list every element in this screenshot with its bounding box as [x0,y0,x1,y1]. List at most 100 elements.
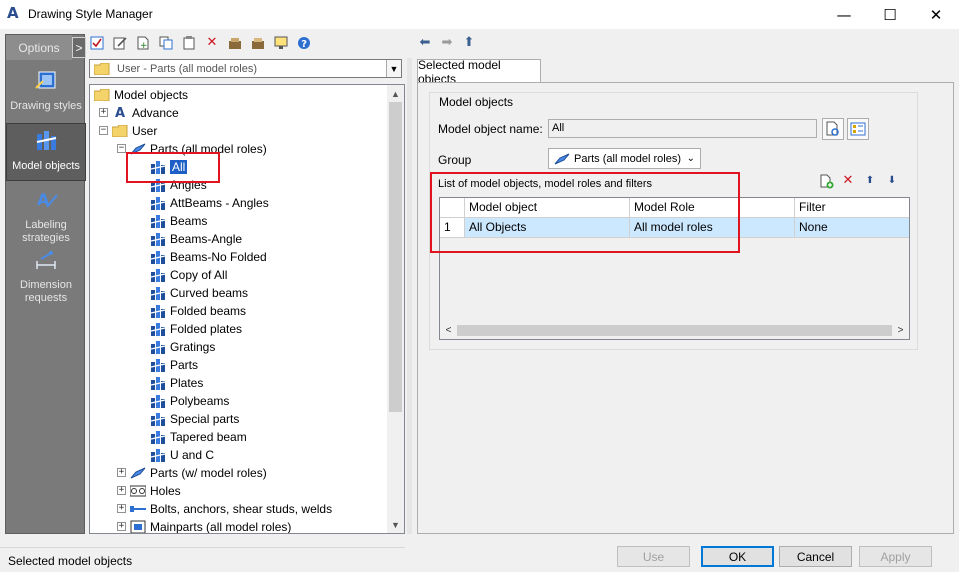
import-icon[interactable] [250,35,266,51]
tree-node-parts-with-model-roles[interactable]: Parts (w/ model roles) [130,464,267,482]
splitter[interactable] [407,58,412,534]
tree-node-label: U and C [170,448,215,462]
help-icon[interactable]: ? [296,35,312,51]
tree-leaf[interactable]: AttBeams - Angles [150,194,269,212]
screen-icon[interactable] [273,35,289,51]
column-header-model-role[interactable]: Model Role [630,198,795,218]
scroll-thumb[interactable] [457,325,892,336]
cell-filter[interactable]: None [795,218,909,238]
tree-leaf[interactable]: Folded beams [150,302,246,320]
column-header-model-object[interactable]: Model object [465,198,630,218]
tree-node-label: Beams [170,214,208,228]
grid-horizontal-scrollbar[interactable]: < > [440,322,909,339]
forward-arrow-icon[interactable]: ➡ [439,35,455,51]
maximize-button[interactable]: ☐ [867,0,913,29]
cell-model-object[interactable]: All Objects [465,218,630,238]
options-expand-button[interactable]: > [72,37,86,58]
model-object-icon [150,249,166,265]
tree-leaf[interactable]: Beams-No Folded [150,248,267,266]
ok-button[interactable]: OK [701,546,774,567]
model-object-name-field[interactable]: All [548,119,817,138]
options-tab[interactable]: Options [6,35,72,60]
expand-toggle[interactable]: + [117,468,126,477]
move-down-icon[interactable]: ⬇ [884,173,900,189]
minimize-button[interactable]: — [821,0,867,29]
expand-toggle[interactable]: + [117,504,126,513]
group-select[interactable]: Parts (all model roles) ⌄ [548,148,701,169]
tree-leaf[interactable]: Beams [150,212,207,230]
tree-leaf[interactable]: Angles [150,176,207,194]
tree-leaf[interactable]: Gratings [150,338,215,356]
tree-leaf[interactable]: Curved beams [150,284,248,302]
tree-node-label: Polybeams [170,394,230,408]
chevron-down-icon[interactable]: ▼ [386,60,401,77]
labeling-icon: A [37,190,58,209]
copy-icon[interactable] [158,35,174,51]
tree-node-holes[interactable]: Holes [130,482,181,500]
delete-row-icon[interactable]: ✕ [840,173,856,189]
row-index[interactable]: 1 [440,218,465,238]
delete-icon[interactable]: ✕ [204,35,220,51]
tree-node-label: Angles [170,178,207,192]
sidebar-item-dimension-requests[interactable]: Dimension requests [6,247,86,304]
new-icon[interactable]: + [135,35,151,51]
tree-leaf[interactable]: Beams-Angle [150,230,242,248]
collapse-toggle[interactable]: − [99,126,108,135]
tree-leaf[interactable]: Copy of All [150,266,227,284]
tree-leaf[interactable]: All [150,158,188,176]
checklist-icon[interactable] [89,35,105,51]
sidebar-item-labeling-strategies[interactable]: A Labeling strategies [6,187,86,244]
tree-vertical-scrollbar[interactable]: ▲ ▼ [387,85,404,533]
tree-node-parts-all-model-roles[interactable]: Parts (all model roles) [130,140,267,158]
tree-leaf[interactable]: Folded plates [150,320,242,338]
tree-leaf[interactable]: Parts [150,356,198,374]
tree-leaf[interactable]: Plates [150,374,203,392]
tree-node-user[interactable]: User [112,122,157,140]
app-icon: A [7,4,19,22]
tree-node-model-objects[interactable]: Model objects [94,86,188,104]
tree-node-advance[interactable]: A Advance [112,104,179,122]
scroll-down-icon[interactable]: ▼ [387,516,404,533]
expand-toggle[interactable]: + [99,108,108,117]
add-row-icon[interactable] [818,173,834,189]
column-header-index[interactable] [440,198,465,218]
edit-icon[interactable] [112,35,128,51]
expand-toggle[interactable]: + [117,522,126,531]
cancel-button[interactable]: Cancel [779,546,852,567]
scroll-left-icon[interactable]: < [440,322,457,339]
table-row[interactable]: 1 All Objects All model roles None [440,218,909,238]
browse-button[interactable] [822,118,844,140]
sidebar-item-drawing-styles[interactable]: Drawing styles [6,65,86,121]
scroll-up-icon[interactable]: ▲ [387,85,404,102]
collapse-toggle[interactable]: − [117,144,126,153]
back-arrow-icon[interactable]: ⬅ [417,35,433,51]
close-button[interactable]: ✕ [913,0,959,29]
properties-button[interactable] [847,118,869,140]
paste-icon[interactable] [181,35,197,51]
tree-leaf[interactable]: Tapered beam [150,428,247,446]
model-object-group-dropdown[interactable]: User - Parts (all model roles) ▼ [89,59,402,78]
status-bar: Selected model objects [0,547,405,572]
tree-node-mainparts[interactable]: Mainparts (all model roles) [130,518,291,533]
model-object-icon [150,159,166,175]
use-button[interactable]: Use [617,546,690,567]
move-up-icon[interactable]: ⬆ [862,173,878,189]
apply-button[interactable]: Apply [859,546,932,567]
cell-model-role[interactable]: All model roles [630,218,795,238]
scroll-right-icon[interactable]: > [892,322,909,339]
sidebar-item-model-objects[interactable]: Model objects [6,123,86,181]
up-arrow-icon[interactable]: ⬆ [461,35,477,51]
parts-group-icon [130,141,146,157]
model-object-icon [150,177,166,193]
tree-leaf[interactable]: Special parts [150,410,239,428]
model-object-icon [150,393,166,409]
tree-leaf[interactable]: Polybeams [150,392,229,410]
tab-selected-model-objects[interactable]: Selected model objects [417,58,541,86]
expand-toggle[interactable]: + [117,486,126,495]
tree-node-label: Advance [132,106,179,120]
scroll-thumb[interactable] [389,102,402,412]
tree-leaf[interactable]: U and C [150,446,214,464]
column-header-filter[interactable]: Filter [795,198,909,218]
tree-node-bolts[interactable]: Bolts, anchors, shear studs, welds [130,500,332,518]
export-icon[interactable] [227,35,243,51]
